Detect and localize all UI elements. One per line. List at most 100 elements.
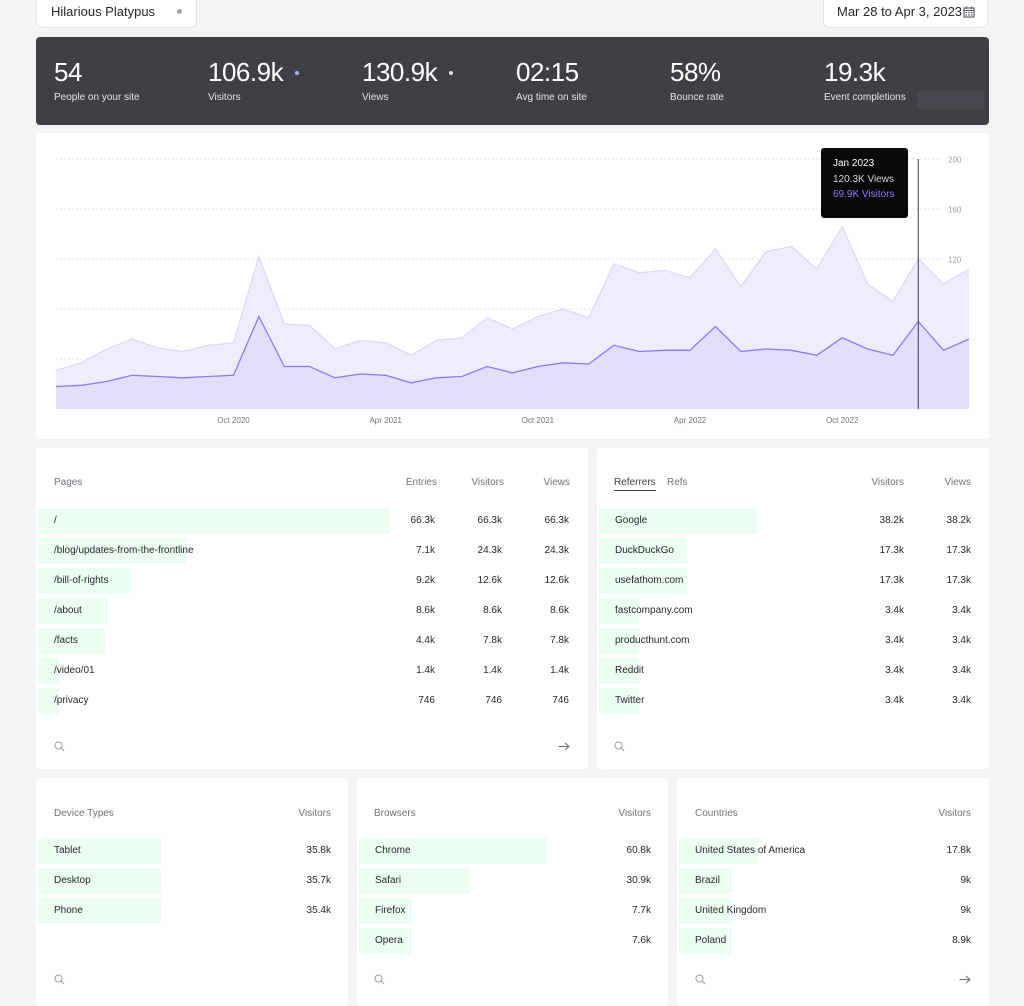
- dot-icon: [177, 9, 182, 14]
- arrow-right-icon[interactable]: [558, 742, 570, 751]
- col-views[interactable]: Views: [906, 477, 972, 488]
- col-visitors[interactable]: Visitors: [586, 808, 651, 819]
- row-visitors: 3.4k: [885, 605, 904, 616]
- row-visitors: 35.7k: [306, 875, 331, 886]
- referrers-row[interactable]: DuckDuckGo 17.3k 17.3k: [599, 538, 972, 564]
- row-views: 8.6k: [550, 605, 569, 616]
- row-visitors: 30.9k: [626, 875, 651, 886]
- row-entries: 1.4k: [416, 665, 435, 676]
- site-name: Hilarious Platypus: [51, 4, 156, 19]
- traffic-chart[interactable]: 2001601208040Oct 2020Apr 2021Oct 2021Apr…: [36, 133, 989, 439]
- tooltip-views: 120.3K Views: [833, 173, 894, 185]
- col-visitors[interactable]: Visitors: [266, 808, 331, 819]
- tab-referrers[interactable]: Referrers: [614, 477, 656, 491]
- referrers-row[interactable]: usefathom.com 17.3k 17.3k: [599, 568, 972, 594]
- row-visitors: 746: [485, 695, 502, 706]
- calendar-icon[interactable]: [963, 6, 975, 18]
- y-tick-label: 120: [948, 256, 962, 265]
- site-selector[interactable]: Hilarious Platypus: [36, 0, 197, 28]
- row-views: 746: [552, 695, 569, 706]
- search-icon[interactable]: [614, 741, 625, 752]
- row-visitors: 12.6k: [477, 575, 502, 586]
- pages-row[interactable]: / 66.3k 66.3k 66.3k: [38, 508, 571, 534]
- devices-row[interactable]: Desktop 35.7k: [38, 868, 331, 894]
- browsers-panel: Browsers Visitors Chrome 60.8k Safari 30.9k…: [357, 778, 668, 1006]
- row-views: 24.3k: [544, 545, 569, 556]
- search-icon[interactable]: [54, 974, 65, 985]
- ghost-placeholder: [918, 91, 984, 109]
- row-views: 1.4k: [550, 665, 569, 676]
- referrers-row[interactable]: Twitter 3.4k 3.4k: [599, 688, 972, 714]
- browsers-row[interactable]: Chrome 60.8k: [359, 838, 651, 864]
- pages-row[interactable]: /privacy 746 746 746: [38, 688, 571, 714]
- stat-value: 58%: [670, 57, 721, 87]
- row-label: Twitter: [615, 695, 645, 706]
- referrers-row[interactable]: Reddit 3.4k 3.4k: [599, 658, 972, 684]
- referrers-row[interactable]: fastcompany.com 3.4k 3.4k: [599, 598, 972, 624]
- pages-row[interactable]: /about 8.6k 8.6k 8.6k: [38, 598, 571, 624]
- browsers-row[interactable]: Firefox 7.7k: [359, 898, 651, 924]
- row-label: usefathom.com: [615, 575, 684, 586]
- row-label: /video/01: [54, 665, 95, 676]
- col-views[interactable]: Views: [505, 477, 571, 488]
- stat-event-completions[interactable]: 19.3k Event completions: [824, 57, 906, 103]
- stat-value: 19.3k: [824, 57, 886, 87]
- stat-value: 130.9k: [362, 57, 438, 87]
- devices-row[interactable]: Tablet 35.8k: [38, 838, 331, 864]
- row-entries: 746: [418, 695, 435, 706]
- referrers-row[interactable]: Google 38.2k 38.2k: [599, 508, 972, 534]
- stat-label: Avg time on site: [516, 92, 587, 103]
- countries-row[interactable]: Poland 8.9k: [679, 928, 972, 954]
- row-visitors: 60.8k: [626, 845, 651, 856]
- countries-title: Countries: [695, 808, 738, 819]
- row-label: Brazil: [695, 875, 721, 886]
- stat-visitors[interactable]: 106.9k Visitors: [208, 57, 300, 103]
- row-visitors: 17.3k: [879, 575, 904, 586]
- stat-bounce-rate[interactable]: 58% Bounce rate: [670, 57, 724, 103]
- row-visitors: 3.4k: [885, 665, 904, 676]
- row-label: Safari: [375, 875, 402, 886]
- row-visitors: 7.7k: [632, 905, 651, 916]
- search-icon[interactable]: [695, 974, 706, 985]
- row-visitors: 7.8k: [483, 635, 502, 646]
- row-entries: 4.4k: [416, 635, 435, 646]
- pages-row[interactable]: /bill-of-rights 9.2k 12.6k 12.6k: [38, 568, 571, 594]
- row-visitors: 35.8k: [306, 845, 331, 856]
- row-visitors: 8.9k: [952, 935, 971, 946]
- row-visitors: 3.4k: [885, 635, 904, 646]
- stat-avg-time[interactable]: 02:15 Avg time on site: [516, 57, 587, 103]
- devices-title: Device Types: [54, 808, 114, 819]
- devices-row[interactable]: Phone 35.4k: [38, 898, 331, 924]
- row-label: United States of America: [695, 845, 806, 856]
- browsers-row[interactable]: Opera 7.6k: [359, 928, 651, 954]
- stat-views[interactable]: 130.9k Views: [362, 57, 454, 103]
- pages-row[interactable]: /facts 4.4k 7.8k 7.8k: [38, 628, 571, 654]
- row-label: United Kingdom: [695, 905, 767, 916]
- row-entries: 66.3k: [410, 515, 435, 526]
- search-icon[interactable]: [54, 741, 65, 752]
- pages-row[interactable]: /blog/updates-from-the-frontline 7.1k 24.3…: [38, 538, 571, 564]
- col-visitors[interactable]: Visitors: [906, 808, 971, 819]
- row-views: 3.4k: [952, 695, 971, 706]
- tooltip-date: Jan 2023: [833, 158, 875, 169]
- row-visitors: 24.3k: [477, 545, 502, 556]
- browsers-row[interactable]: Safari 30.9k: [359, 868, 651, 894]
- referrers-row[interactable]: producthunt.com 3.4k 3.4k: [599, 628, 972, 654]
- countries-row[interactable]: Brazil 9k: [679, 868, 972, 894]
- date-range-picker[interactable]: Mar 28 to Apr 3, 2023: [823, 0, 988, 28]
- countries-row[interactable]: United Kingdom 9k: [679, 898, 972, 924]
- col-visitors[interactable]: Visitors: [439, 477, 504, 488]
- search-icon[interactable]: [374, 974, 385, 985]
- stat-current-visitors[interactable]: 54 People on your site: [54, 57, 140, 103]
- arrow-right-icon[interactable]: [959, 975, 971, 984]
- tab-refs[interactable]: Refs: [667, 477, 688, 488]
- row-visitors: 66.3k: [477, 515, 502, 526]
- col-visitors[interactable]: Visitors: [839, 477, 904, 488]
- row-label: /: [54, 515, 57, 526]
- row-label: Opera: [375, 935, 403, 946]
- row-label: Google: [615, 515, 648, 526]
- countries-row[interactable]: United States of America 17.8k: [679, 838, 972, 864]
- col-entries[interactable]: Entries: [372, 477, 437, 488]
- row-label: /about: [54, 605, 82, 616]
- pages-row[interactable]: /video/01 1.4k 1.4k 1.4k: [38, 658, 571, 684]
